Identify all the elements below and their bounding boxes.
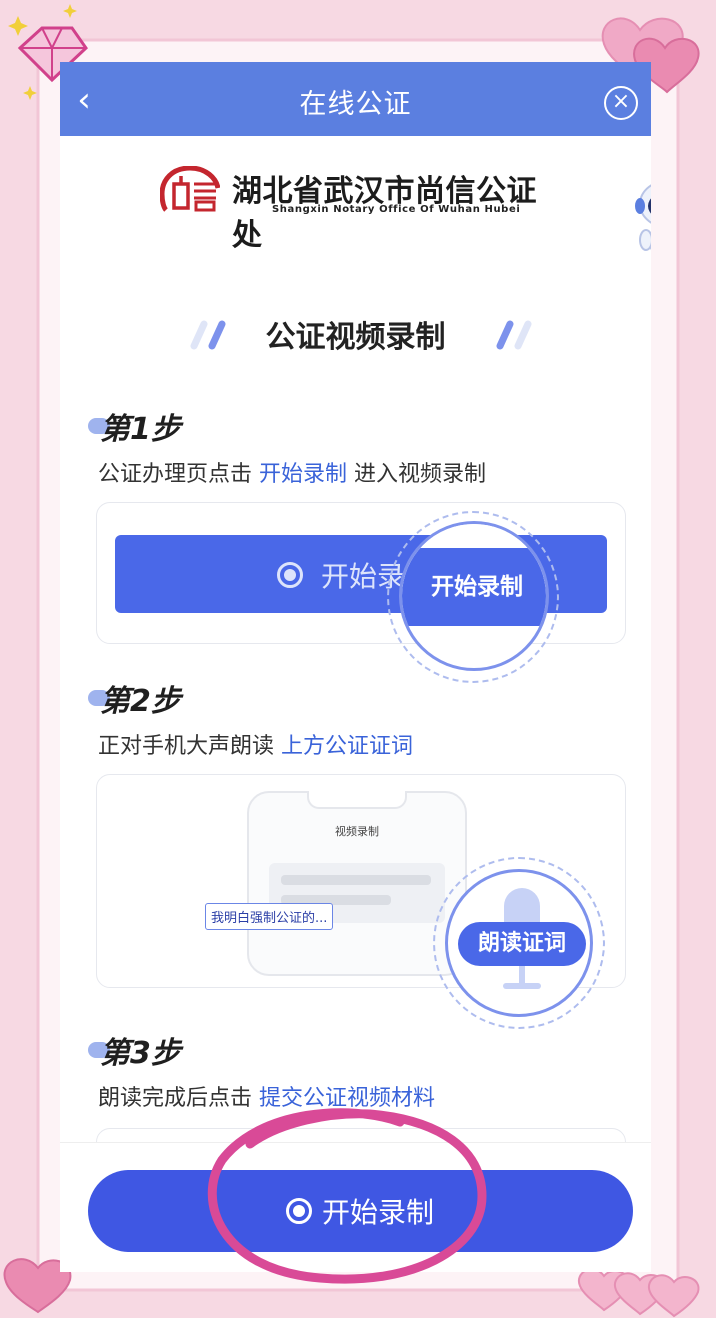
notary-logo: 湖北省武汉市尚信公证处 Shangxin Notary Office Of Wu… xyxy=(160,162,560,253)
title-decoration-right-icon xyxy=(496,320,532,350)
top-navigation-bar: ‹ 在线公证 × xyxy=(60,62,651,136)
magnified-read-statement-label: 朗读证词 xyxy=(458,922,586,966)
mini-phone-statement-tag: 我明白强制公证的... xyxy=(205,903,334,930)
step-3-heading: 第3步 xyxy=(88,1028,181,1072)
hearts-bottom-right-icon xyxy=(577,1268,700,1318)
step-1-illustration-card: 开始录 开始录制 xyxy=(96,502,626,683)
robot-assistant-icon[interactable] xyxy=(632,174,651,266)
step-1-heading: 第1步 xyxy=(88,404,181,448)
step-1-description: 公证办理页点击 开始录制 进入视频录制 xyxy=(98,462,487,487)
magnifier-lens: 开始录制 xyxy=(399,521,549,671)
record-radio-icon xyxy=(277,562,303,588)
start-record-button[interactable]: 开始录制 xyxy=(88,1170,633,1252)
magnifier-lens: 朗读证词 xyxy=(445,869,593,1017)
close-icon[interactable]: × xyxy=(604,86,638,120)
mini-phone-title: 视频录制 xyxy=(335,825,379,838)
phone-screen: ‹ 在线公证 × 湖北省武汉市尚信公证处 Shangxin Notary Off… xyxy=(60,62,651,1272)
step-2-heading: 第2步 xyxy=(88,676,181,720)
step-2-illustration-card: 视频录制 我明白强制公证的... 朗读证词 xyxy=(96,774,626,1029)
step-2-description: 正对手机大声朗读 上方公证证词 xyxy=(98,734,414,759)
record-radio-icon xyxy=(286,1198,312,1224)
notary-seal-icon xyxy=(160,166,220,212)
section-title: 公证视频录制 xyxy=(265,320,446,355)
notary-name-en: Shangxin Notary Office Of Wuhan Hubei xyxy=(272,204,521,215)
page-title: 在线公证 xyxy=(299,89,412,120)
magnified-start-record-label: 开始录制 xyxy=(402,548,546,626)
step-3-description: 朗读完成后点击 提交公证视频材料 xyxy=(98,1086,436,1111)
